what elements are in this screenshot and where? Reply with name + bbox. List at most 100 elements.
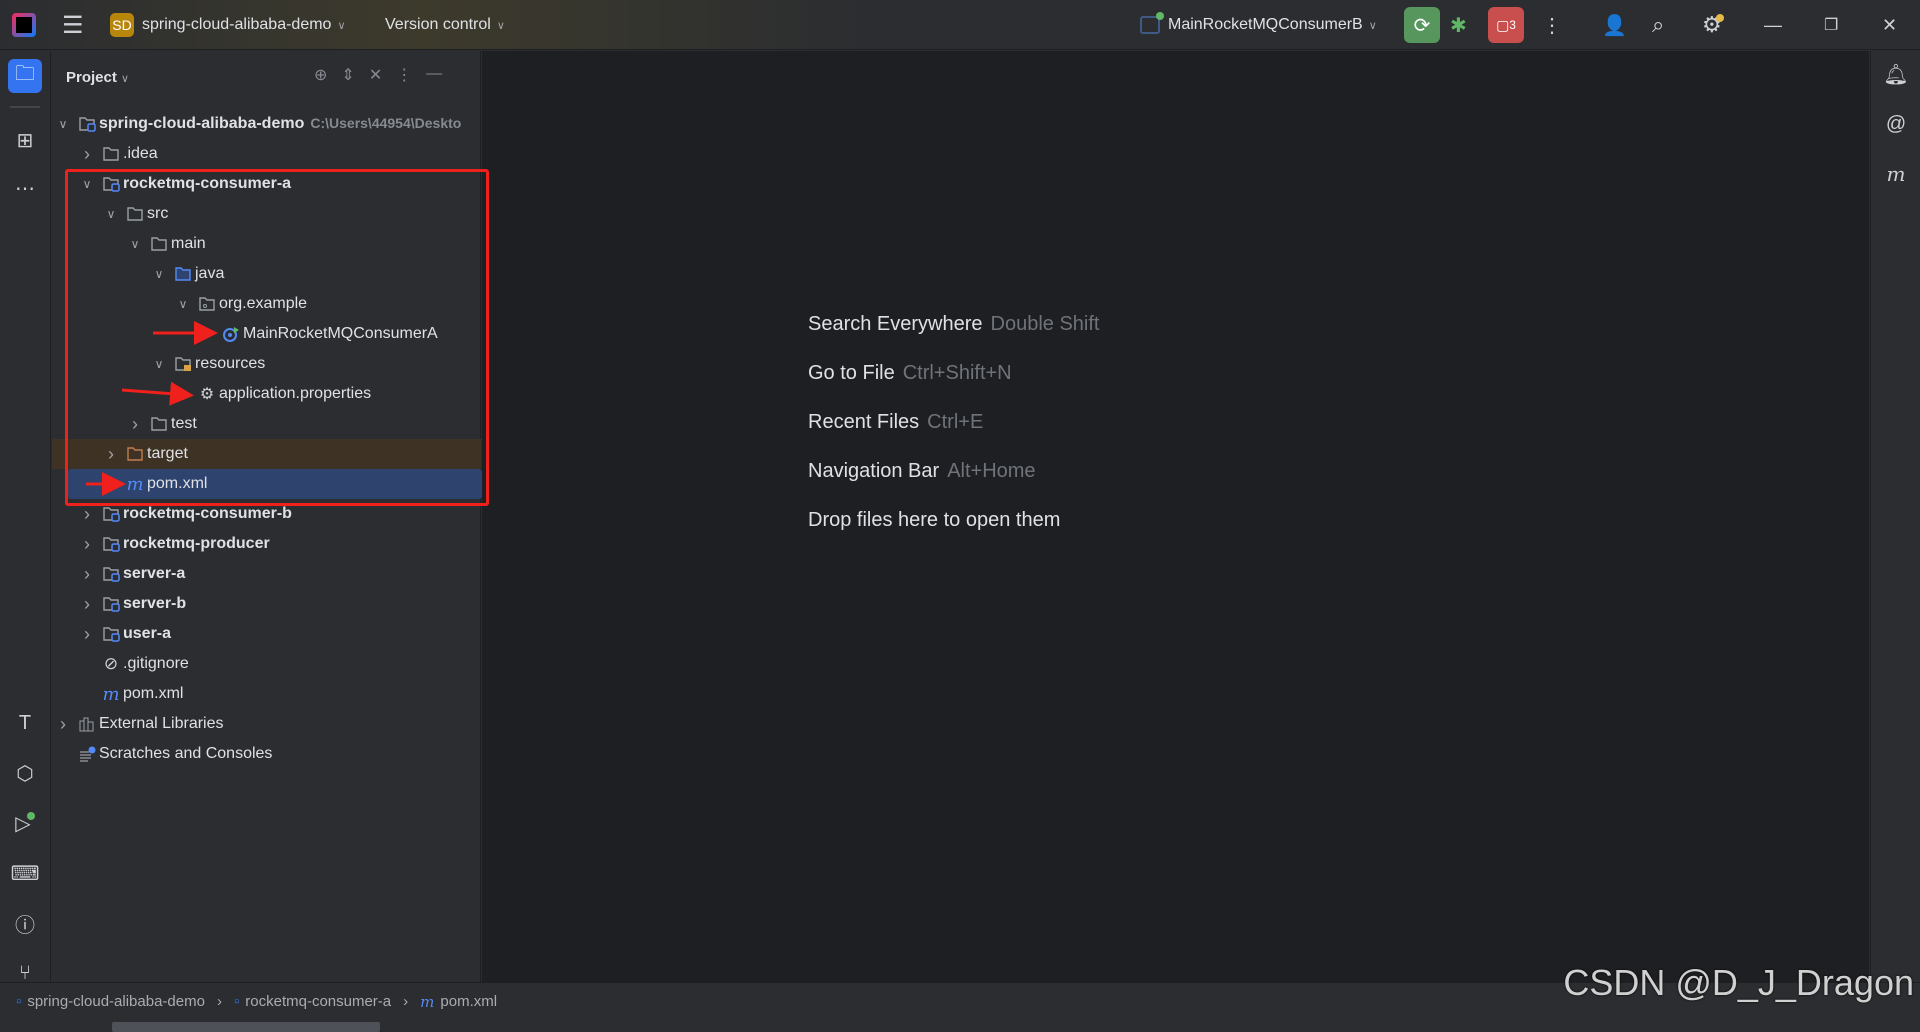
tree-item[interactable]: ∨ java: [52, 259, 481, 289]
breadcrumb-label: pom.xml: [440, 993, 498, 1010]
chevron-right-icon[interactable]: ›: [80, 504, 94, 525]
spring-class-icon: [222, 326, 240, 342]
chevron-down-icon[interactable]: ∨: [80, 177, 94, 191]
welcome-action: Navigation Bar: [808, 460, 940, 482]
chevron-down-icon[interactable]: ∨: [104, 207, 118, 221]
tree-item[interactable]: ∨ rocketmq-consumer-a: [52, 169, 481, 199]
restore-button[interactable]: ❐: [1824, 0, 1838, 50]
structure-icon[interactable]: ⊞: [8, 123, 42, 157]
maven-icon: m: [102, 683, 120, 705]
version-control-menu[interactable]: Version control ∨: [385, 0, 505, 50]
tree-item[interactable]: m pom.xml: [52, 679, 481, 709]
tree-item[interactable]: › server-b: [52, 589, 481, 619]
project-icon[interactable]: 🗀: [8, 59, 42, 93]
chevron-right-icon[interactable]: ›: [128, 414, 142, 435]
folder-icon: [150, 236, 168, 252]
tree-item[interactable]: › .idea: [52, 139, 481, 169]
excluded-folder-icon: [126, 446, 144, 462]
tree-item[interactable]: › test: [52, 409, 481, 439]
tree-item[interactable]: ⚙ application.properties: [52, 379, 481, 409]
tree-item[interactable]: › server-a: [52, 559, 481, 589]
tree-item[interactable]: MainRocketMQConsumerA: [52, 319, 481, 349]
tree-item-text: MainRocketMQConsumerA: [243, 325, 438, 343]
run-icon[interactable]: ▷: [8, 806, 42, 840]
breadcrumb-item[interactable]: ▫ spring-cloud-alibaba-demo: [16, 993, 205, 1010]
chevron-right-icon[interactable]: ›: [80, 624, 94, 645]
hide-panel-icon[interactable]: —: [426, 65, 442, 85]
options-icon[interactable]: ⋮: [396, 65, 412, 85]
notifications-icon[interactable]: 🔔︎: [1883, 61, 1909, 87]
collapse-all-icon[interactable]: ✕: [369, 65, 382, 85]
project-view-selector[interactable]: Project ∨: [66, 69, 129, 86]
locate-icon[interactable]: ⊕: [314, 65, 327, 85]
tree-item[interactable]: ⊘ .gitignore: [52, 649, 481, 679]
chevron-right-icon[interactable]: ›: [80, 594, 94, 615]
tree-item-label: server-b: [123, 595, 187, 612]
tree-item[interactable]: ∨ org.example: [52, 289, 481, 319]
tree-item[interactable]: Scratches and Consoles: [52, 739, 481, 769]
folder-icon: [150, 416, 168, 432]
settings-icon[interactable]: ⚙: [1702, 0, 1724, 50]
chevron-right-icon[interactable]: ›: [80, 534, 94, 555]
tree-item-label: External Libraries: [99, 715, 224, 732]
tree-item-text: rocketmq-consumer-a: [123, 175, 291, 193]
stop-button[interactable]: ▢ 3: [1488, 7, 1524, 43]
panel-title: Project: [66, 69, 117, 86]
tree-item[interactable]: › rocketmq-producer: [52, 529, 481, 559]
maven-icon[interactable]: m: [1883, 161, 1909, 187]
chevron-right-icon[interactable]: ›: [104, 444, 118, 465]
rerun-button[interactable]: ⟳: [1404, 7, 1440, 43]
module-icon: [102, 566, 120, 582]
build-icon[interactable]: T: [8, 706, 42, 740]
more-actions-icon[interactable]: ⋮: [1542, 0, 1562, 50]
chevron-right-icon[interactable]: ›: [80, 144, 94, 165]
chevron-down-icon[interactable]: ∨: [56, 117, 70, 131]
chevron-down-icon[interactable]: ∨: [176, 297, 190, 311]
chevron-down-icon[interactable]: ∨: [152, 357, 166, 371]
tree-item-label: main: [171, 235, 206, 252]
tree-item[interactable]: › rocketmq-consumer-b: [52, 499, 481, 529]
ai-assistant-icon[interactable]: @: [1883, 111, 1909, 137]
more-icon[interactable]: ⋯: [8, 171, 42, 205]
minimize-button[interactable]: —: [1764, 0, 1782, 50]
close-button[interactable]: ✕: [1882, 0, 1897, 50]
chevron-down-icon: ∨: [496, 19, 505, 32]
tree-item[interactable]: › External Libraries: [52, 709, 481, 739]
main-menu-icon[interactable]: ☰: [62, 0, 84, 50]
chevron-down-icon[interactable]: ∨: [128, 237, 142, 251]
tree-item[interactable]: ∨ resources: [52, 349, 481, 379]
tree-item-label: rocketmq-producer: [123, 535, 270, 552]
tree-item[interactable]: ∨ main: [52, 229, 481, 259]
breadcrumb-item[interactable]: m pom.xml: [420, 993, 497, 1011]
chevron-down-icon[interactable]: ∨: [152, 267, 166, 281]
expand-all-icon[interactable]: ⇕: [341, 65, 354, 85]
add-user-icon[interactable]: 👤: [1602, 0, 1627, 50]
run-config-selector[interactable]: MainRocketMQConsumerB ∨: [1140, 0, 1377, 50]
problems-icon[interactable]: ⓘ: [8, 906, 42, 940]
terminal-icon[interactable]: ⌨: [8, 856, 42, 890]
run-config-name: MainRocketMQConsumerB: [1168, 16, 1363, 33]
horizontal-scrollbar[interactable]: [112, 1022, 380, 1032]
welcome-action: Drop files here to open them: [808, 509, 1061, 531]
tree-item-text: External Libraries: [99, 715, 224, 733]
chevron-right-icon[interactable]: ›: [56, 714, 70, 735]
breadcrumb-item[interactable]: ▫ rocketmq-consumer-a: [234, 993, 391, 1010]
strip-divider: [10, 106, 40, 108]
tree-item-text: org.example: [219, 295, 307, 313]
search-icon[interactable]: ⌕: [1652, 0, 1664, 50]
chevron-right-icon[interactable]: ›: [80, 564, 94, 585]
services-icon[interactable]: ⬡: [8, 756, 42, 790]
debug-button[interactable]: ✱: [1450, 0, 1467, 50]
project-selector[interactable]: SD spring-cloud-alibaba-demo ∨: [110, 0, 346, 50]
tree-item[interactable]: › user-a: [52, 619, 481, 649]
watermark: CSDN @D_J_Dragon: [1563, 962, 1914, 1003]
tree-item-text: server-a: [123, 565, 185, 583]
tree-item[interactable]: ∨ spring-cloud-alibaba-demo C:\Users\44954…: [52, 109, 481, 139]
tree-item[interactable]: ∨ src: [52, 199, 481, 229]
tree-item[interactable]: m pom.xml: [68, 469, 482, 499]
intellij-logo-icon: [12, 13, 36, 37]
tree-item[interactable]: › target: [52, 439, 481, 469]
tree-item-label: rocketmq-consumer-a: [123, 175, 292, 192]
welcome-action: Recent Files: [808, 411, 920, 433]
project-panel: Project ∨ ⊕ ⇕ ✕ ⋮ — ∨ spring-cloud-alibab…: [52, 51, 482, 1032]
